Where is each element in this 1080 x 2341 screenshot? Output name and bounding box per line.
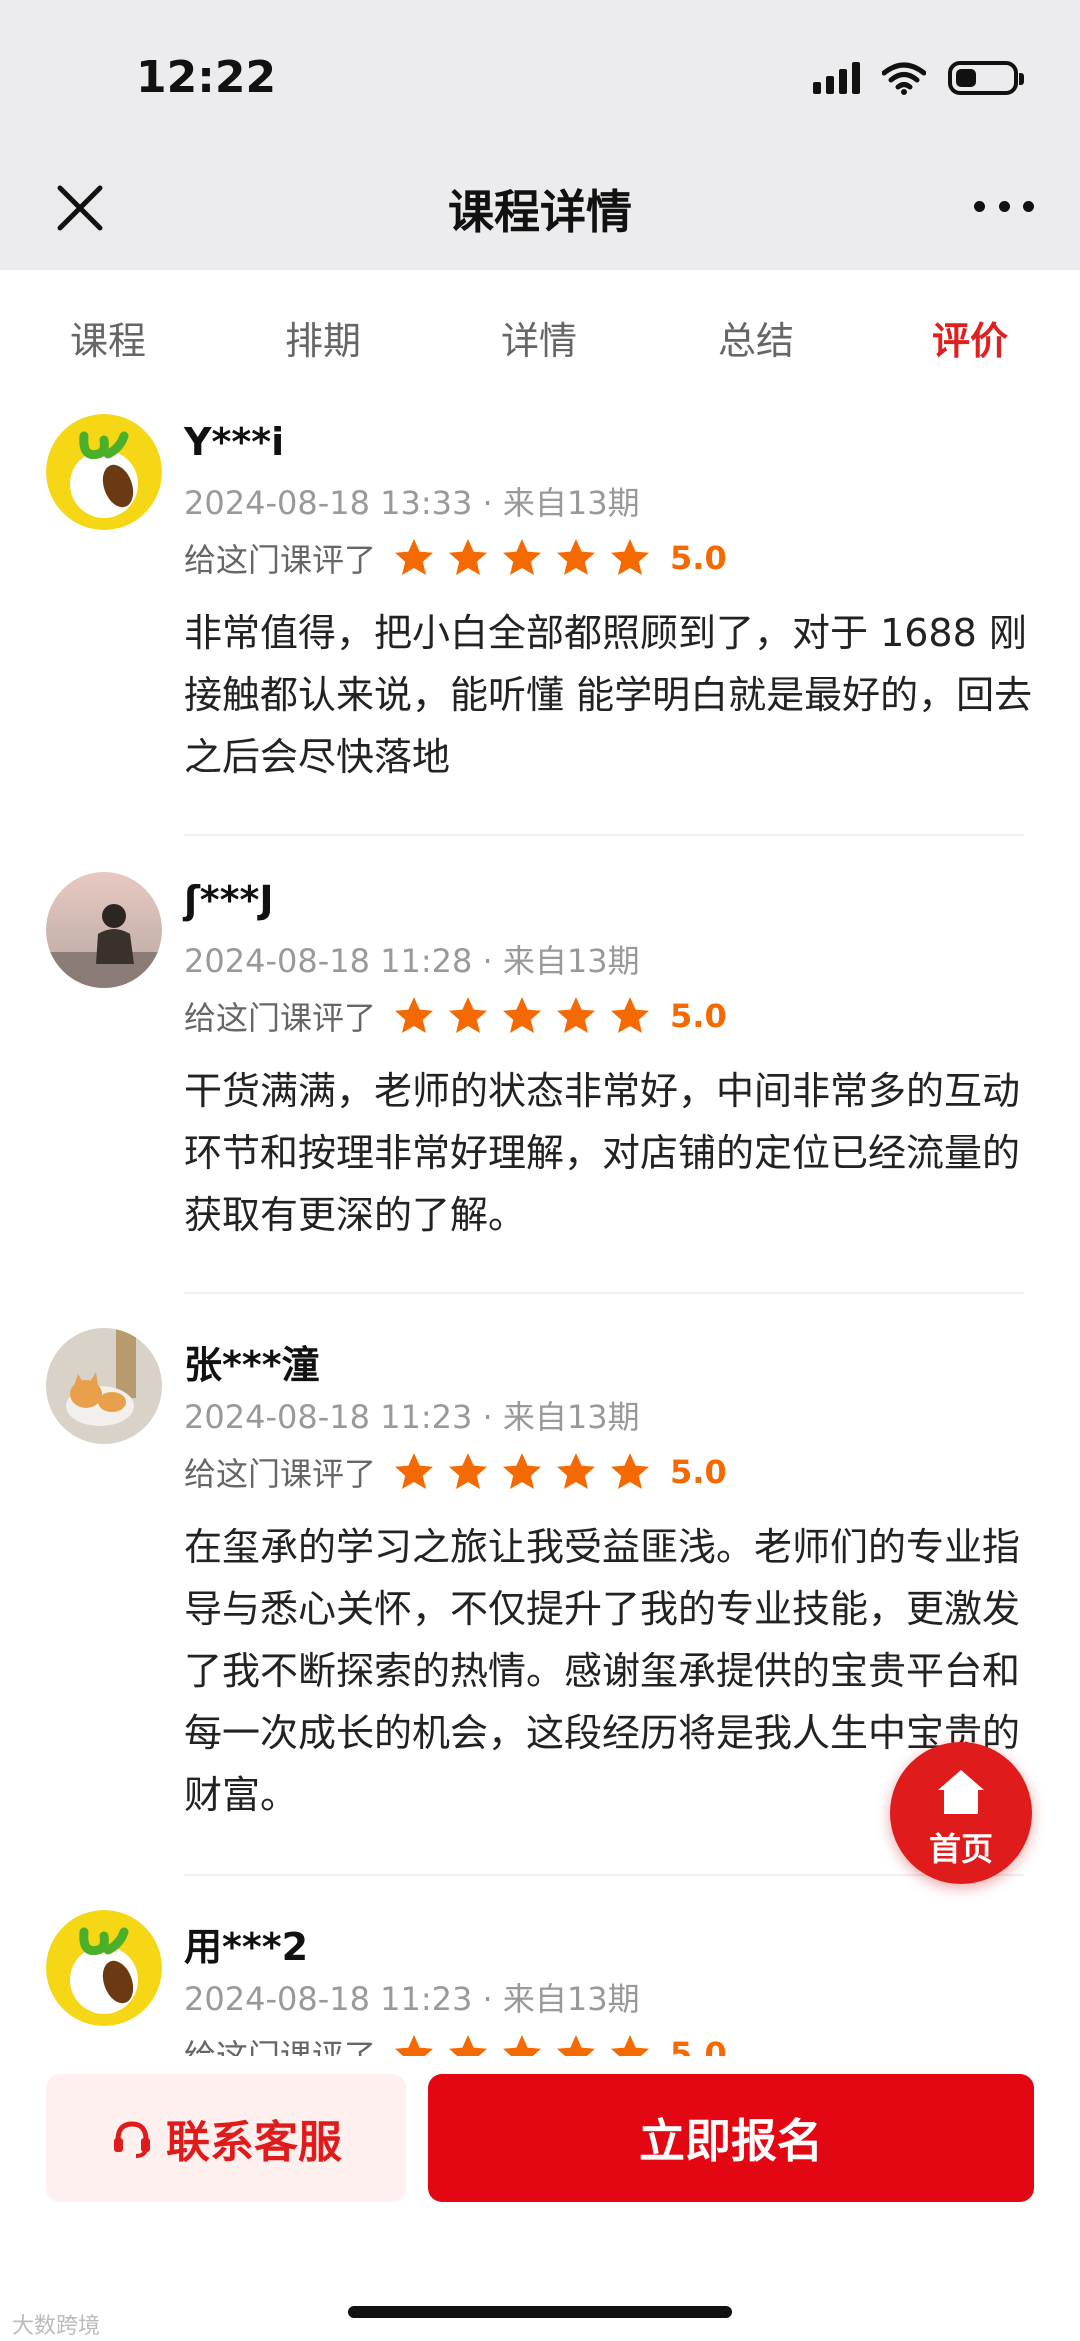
lemon-logo-icon (46, 1910, 162, 2026)
rating-score: 5.0 (670, 997, 727, 1035)
star-icon (611, 997, 650, 1033)
home-indicator[interactable] (348, 2306, 732, 2318)
divider (184, 834, 1024, 836)
avatar[interactable] (46, 872, 162, 988)
review-meta: 2024-08-18 11:23 · 来自13期 (184, 1398, 640, 1436)
star-icon (395, 539, 434, 575)
divider (184, 1874, 1024, 1876)
tab-course[interactable]: 课程 (28, 310, 188, 365)
battery-icon (948, 61, 1024, 95)
wifi-icon (882, 62, 926, 95)
review-text: 非常值得，把小白全部都照顾到了，对于 1688 刚接触都认来说，能听懂 能学明白… (184, 611, 1033, 779)
top-header: 12:22 课程详情 (0, 0, 1080, 270)
review-meta: 2024-08-18 13:33 · 来自13期 (184, 484, 640, 522)
rating-label: 给这门课评了 (184, 1455, 377, 1493)
review-rating: 给这门课评了 5.0 (184, 536, 727, 580)
headset-icon (114, 2121, 150, 2158)
star-icon (557, 539, 596, 575)
signup-button[interactable]: 立即报名 (428, 2074, 1034, 2202)
home-icon (938, 1770, 984, 1814)
review-meta: 2024-08-18 11:28 · 来自13期 (184, 942, 640, 980)
avatar[interactable] (46, 414, 162, 530)
star-icon (557, 997, 596, 1033)
lemon-logo-icon (46, 414, 162, 530)
tab-details[interactable]: 详情 (459, 310, 619, 365)
status-icons (813, 58, 1024, 98)
more-icon[interactable] (974, 194, 1034, 218)
star-icon (449, 2035, 488, 2056)
avatar[interactable] (46, 1328, 162, 1444)
avatar[interactable] (46, 1910, 162, 2026)
review-text: 干货满满，老师的状态非常好，中间非常多的互动环节和按理非常好理解，对店铺的定位已… (184, 1069, 1021, 1237)
star-icon (611, 539, 650, 575)
reviewer-name: ʃ***J (184, 878, 274, 922)
tab-reviews[interactable]: 评价 (890, 310, 1050, 365)
star-rating (392, 994, 652, 1038)
person-photo-icon (46, 872, 162, 988)
star-icon (503, 1453, 542, 1489)
star-icon (611, 2035, 650, 2056)
star-icon (449, 997, 488, 1033)
star-icon (395, 2035, 434, 2056)
reviewer-name: Y***i (184, 420, 285, 464)
rating-score: 5.0 (670, 2035, 727, 2056)
cat-photo-icon (46, 1328, 162, 1444)
reviewer-name: 张***潼 (184, 1343, 320, 1387)
tab-summary[interactable]: 总结 (676, 310, 836, 365)
tab-bar: 课程 排期 详情 总结 评价 (0, 270, 1080, 407)
contact-service-label: 联系客服 (166, 2117, 342, 2168)
star-icon (503, 539, 542, 575)
star-icon (611, 1453, 650, 1489)
rating-score: 5.0 (670, 1453, 727, 1491)
star-icon (449, 1453, 488, 1489)
rating-label: 给这门课评了 (184, 2037, 377, 2056)
star-icon (395, 1453, 434, 1489)
star-icon (395, 997, 434, 1033)
watermark: 大数跨境 (12, 2314, 101, 2339)
star-rating (392, 1450, 652, 1494)
review-rating: 给这门课评了 5.0 (184, 994, 727, 1038)
star-icon (557, 2035, 596, 2056)
home-fab-button[interactable]: 首页 (890, 1742, 1032, 1884)
home-label: 首页 (928, 1830, 993, 1868)
star-icon (503, 997, 542, 1033)
review-rating: 给这门课评了 5.0 (184, 2034, 727, 2056)
contact-service-button[interactable]: 联系客服 (46, 2074, 406, 2202)
status-time: 12:22 (136, 52, 277, 103)
star-icon (449, 539, 488, 575)
star-rating (392, 536, 652, 580)
bottom-action-bar: 联系客服 立即报名 (0, 2056, 1080, 2341)
divider (184, 1292, 1024, 1294)
star-icon (503, 2035, 542, 2056)
reviewer-name: 用***2 (184, 1925, 309, 1969)
review-rating: 给这门课评了 5.0 (184, 1450, 727, 1494)
signup-label: 立即报名 (639, 2114, 823, 2168)
rating-label: 给这门课评了 (184, 999, 377, 1037)
review-meta: 2024-08-18 11:23 · 来自13期 (184, 1980, 640, 2018)
rating-score: 5.0 (670, 539, 727, 577)
rating-label: 给这门课评了 (184, 541, 377, 579)
page-title: 课程详情 (448, 185, 632, 239)
tab-schedule[interactable]: 排期 (243, 310, 403, 365)
star-icon (557, 1453, 596, 1489)
signal-icon (813, 62, 860, 94)
star-rating (392, 2032, 652, 2056)
